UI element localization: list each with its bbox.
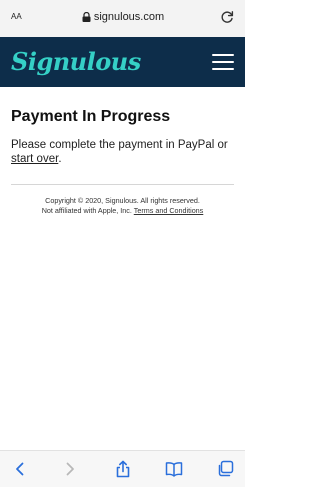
bookmarks-icon[interactable] — [165, 460, 183, 478]
tabs-icon[interactable] — [216, 460, 234, 478]
lock-icon — [82, 12, 91, 22]
share-icon[interactable] — [114, 460, 132, 478]
browser-address-bar: AA signulous.com — [0, 0, 245, 37]
message-period: . — [58, 153, 62, 165]
site-header: Signulous — [0, 37, 245, 87]
signulous-logo[interactable]: Signulous — [11, 48, 141, 76]
url-text: signulous.com — [93, 11, 165, 23]
page-title: Payment In Progress — [11, 108, 171, 125]
payment-message: Please complete the payment in PayPal or… — [11, 138, 236, 166]
affiliation-text: Not affiliated with Apple, Inc. — [41, 206, 132, 215]
affiliation-line: Not affiliated with Apple, Inc. Terms an… — [0, 206, 245, 216]
start-over-link[interactable]: start over — [11, 153, 58, 165]
terms-link[interactable]: Terms and Conditions — [134, 206, 204, 215]
hamburger-icon[interactable] — [212, 54, 234, 70]
text-size-button[interactable]: AA — [11, 11, 22, 22]
divider — [11, 184, 234, 185]
back-icon[interactable] — [11, 460, 29, 478]
site-footer: Copyright © 2020, Signulous. All rights … — [0, 196, 245, 216]
forward-icon[interactable] — [61, 460, 79, 478]
message-text: Please complete the payment in PayPal or — [11, 139, 228, 151]
reload-icon[interactable] — [219, 9, 235, 25]
url-field[interactable]: signulous.com — [60, 9, 186, 25]
copyright-text: Copyright © 2020, Signulous. All rights … — [45, 196, 200, 205]
browser-toolbar — [0, 450, 245, 487]
